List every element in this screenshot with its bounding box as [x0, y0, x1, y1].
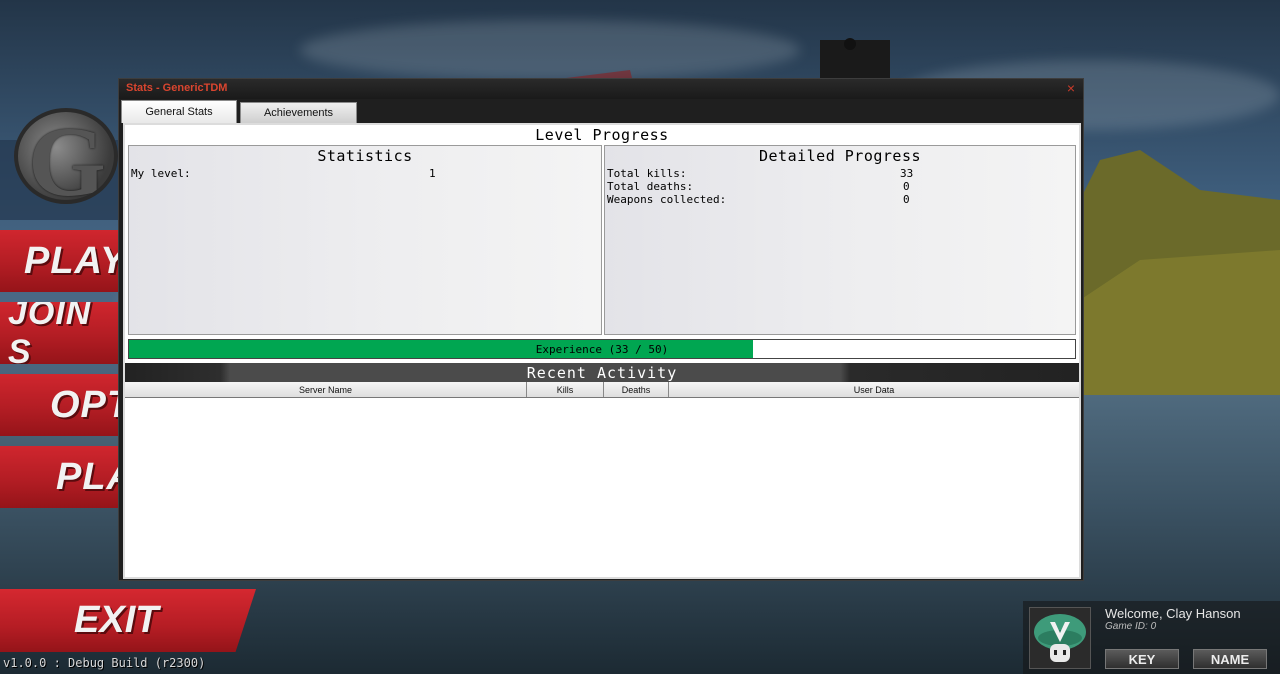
level-progress-section: Level Progress Statistics My level: 1 De… [125, 125, 1079, 363]
progress-label: Weapons collected: [607, 193, 727, 206]
welcome-text: Welcome, Clay Hanson [1105, 606, 1241, 621]
progress-label: Total deaths: [607, 180, 694, 193]
recent-activity-table: Server Name Kills Deaths User Data [125, 382, 1079, 577]
stat-value: 1 [429, 167, 436, 180]
exit-button[interactable]: EXIT [0, 589, 256, 652]
detailed-progress-title: Detailed Progress [758, 147, 922, 165]
tab-achievements[interactable]: Achievements [240, 102, 357, 123]
progress-row: Weapons collected: 0 [607, 193, 1067, 206]
stat-row: My level: 1 [131, 167, 591, 180]
stats-window: Stats - GenericTDM × General Stats Achie… [118, 78, 1084, 581]
window-title: Stats - GenericTDM [126, 82, 228, 94]
column-server-name[interactable]: Server Name [125, 382, 527, 397]
progress-row: Total kills: 33 [607, 167, 1067, 180]
game-id-text: Game ID: 0 [1105, 621, 1157, 632]
close-icon[interactable]: × [1067, 80, 1075, 96]
table-header: Server Name Kills Deaths User Data [125, 382, 1079, 398]
game-logo: G [14, 108, 118, 204]
name-button[interactable]: NAME [1193, 649, 1267, 669]
key-button[interactable]: KEY [1105, 649, 1179, 669]
column-user-data[interactable]: User Data [669, 382, 1079, 397]
options-button[interactable]: OPT [0, 374, 118, 436]
progress-value: 33 [900, 167, 914, 180]
player-button[interactable]: PLA [0, 446, 118, 508]
stat-label: My level: [131, 167, 191, 180]
detailed-progress-panel: Detailed Progress Total kills: 33 Total … [604, 145, 1076, 335]
version-label: v1.0.0 : Debug Build (r2300) [3, 656, 206, 670]
avatar [1029, 607, 1091, 669]
column-deaths[interactable]: Deaths [604, 382, 669, 397]
tab-content: Level Progress Statistics My level: 1 De… [123, 123, 1081, 579]
mushroom-avatar-icon [1034, 614, 1086, 662]
statistics-title: Statistics [317, 147, 413, 165]
progress-value: 0 [903, 193, 910, 206]
recent-activity-title: Recent Activity [526, 364, 678, 382]
progress-label: Total kills: [607, 167, 687, 180]
column-kills[interactable]: Kills [527, 382, 604, 397]
experience-bar: Experience (33 / 50) [128, 339, 1076, 359]
experience-text: Experience (33 / 50) [535, 343, 669, 356]
tab-general-stats[interactable]: General Stats [121, 100, 237, 123]
statistics-panel: Statistics My level: 1 [128, 145, 602, 335]
progress-value: 0 [903, 180, 910, 193]
window-titlebar[interactable]: Stats - GenericTDM × [119, 79, 1083, 99]
progress-row: Total deaths: 0 [607, 180, 1067, 193]
user-panel: Welcome, Clay Hanson Game ID: 0 KEY NAME [1023, 601, 1280, 674]
level-progress-title: Level Progress [535, 126, 669, 144]
play-button[interactable]: PLAY [0, 230, 118, 292]
join-server-button[interactable]: JOIN S [0, 302, 118, 364]
recent-activity-header: Recent Activity [125, 363, 1079, 382]
